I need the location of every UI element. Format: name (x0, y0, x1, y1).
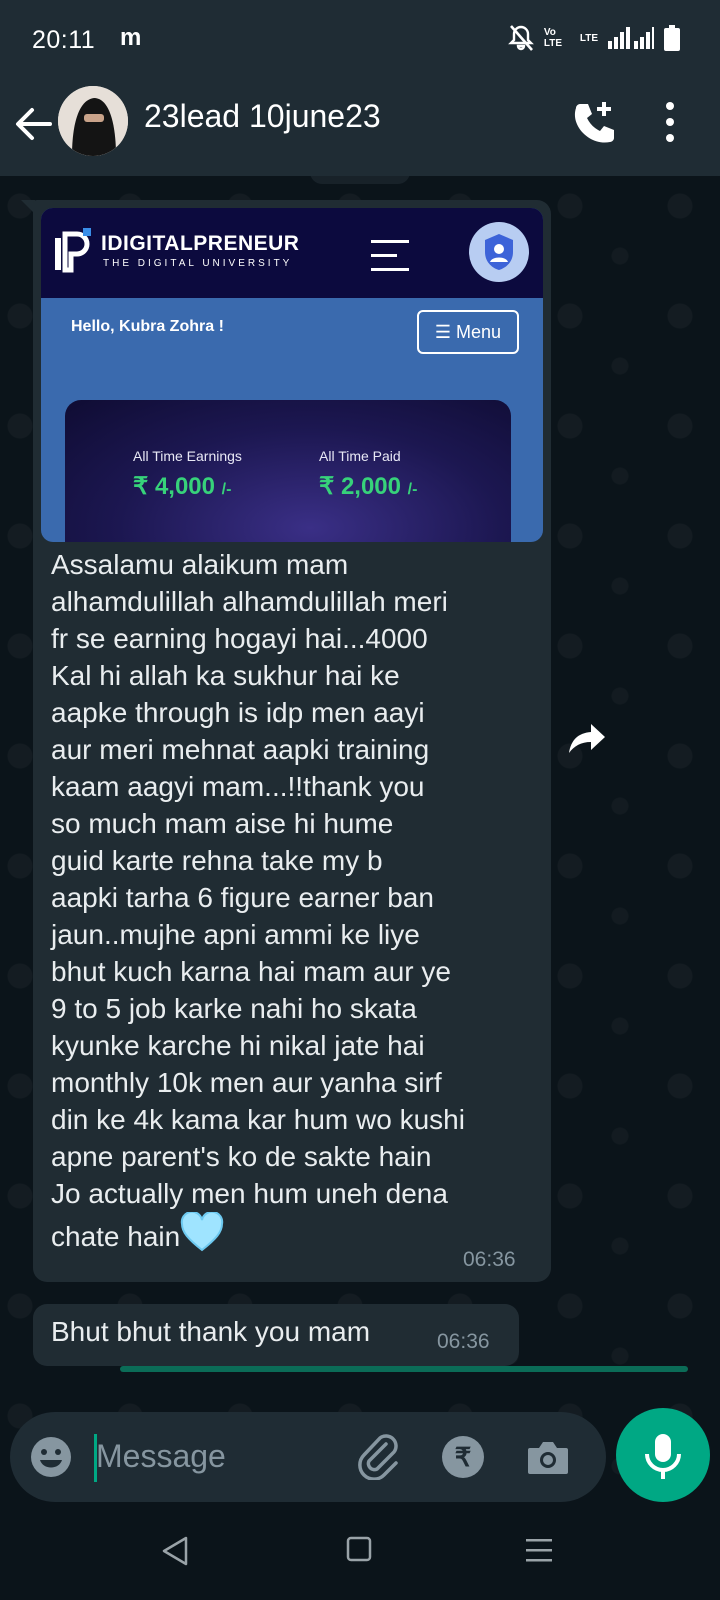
idp-logo-icon (55, 228, 91, 273)
idp-brand-tagline: THE DIGITAL UNIVERSITY (103, 258, 293, 269)
avatar-person-icon (58, 86, 128, 156)
lte-label: LTE (579, 32, 598, 44)
mic-button[interactable] (616, 1408, 710, 1502)
nav-recents-icon[interactable] (526, 1538, 552, 1562)
recording-indicator (120, 1366, 688, 1372)
nav-back-icon[interactable] (162, 1536, 188, 1566)
message-time: 06:36 (463, 1248, 516, 1271)
attach-icon[interactable] (356, 1434, 402, 1480)
carrier-icon: m (120, 24, 142, 51)
notifications-off-icon (507, 25, 534, 51)
message-bubble-text[interactable]: Bhut bhut thank you mam 06:36 (33, 1304, 519, 1366)
status-time: 20:11 (32, 26, 96, 54)
status-bar: 20:11 m Vo LTE LTE (0, 0, 720, 80)
message-input-bar[interactable]: Message ₹ (10, 1412, 606, 1502)
avatar[interactable] (58, 86, 128, 156)
status-icons: Vo LTE LTE (507, 24, 680, 52)
message-bubble-image[interactable]: IDIGITALPRENEUR THE DIGITAL UNIVERSITY H… (33, 200, 551, 1282)
hamburger-icon (371, 240, 409, 271)
message-text: Assalamu alaikum mam alhamdulillah alham… (51, 549, 465, 1252)
idp-menu-button: ☰ Menu (417, 310, 519, 354)
paid-label: All Time Paid (319, 448, 401, 464)
light-blue-heart-icon (181, 1212, 224, 1252)
more-vert-icon[interactable] (658, 98, 682, 146)
message-image[interactable]: IDIGITALPRENEUR THE DIGITAL UNIVERSITY H… (41, 208, 543, 542)
idp-greeting: Hello, Kubra Zohra ! (71, 318, 224, 335)
idp-earnings-panel: All Time Earnings ₹ 4,000 /- All Time Pa… (65, 400, 511, 542)
signal-icon (608, 27, 654, 49)
earnings-value: ₹ 4,000 /- (133, 473, 232, 500)
chat-area[interactable]: IDIGITALPRENEUR THE DIGITAL UNIVERSITY H… (0, 176, 720, 1514)
paid-value: ₹ 2,000 /- (319, 473, 418, 500)
idp-navbar: IDIGITALPRENEUR THE DIGITAL UNIVERSITY (41, 208, 543, 298)
idp-brand-name: IDIGITALPRENEUR (101, 232, 300, 255)
date-chip (310, 176, 410, 184)
mic-icon (645, 1434, 681, 1479)
contact-name[interactable]: 23lead 10june23 (144, 98, 381, 135)
battery-icon (664, 25, 680, 51)
earnings-label: All Time Earnings (133, 448, 242, 464)
message-input[interactable]: Message (96, 1438, 226, 1475)
message-time: 06:36 (437, 1330, 490, 1353)
emoji-icon[interactable] (30, 1436, 72, 1478)
payment-rupee-icon[interactable]: ₹ (442, 1436, 484, 1478)
nav-home-icon[interactable] (346, 1536, 372, 1562)
chat-header: 23lead 10june23 (0, 80, 720, 176)
system-nav-bar (0, 1508, 720, 1600)
camera-icon[interactable] (526, 1436, 570, 1478)
volte-icon: Vo LTE (543, 27, 562, 49)
forward-icon[interactable] (567, 720, 607, 756)
profile-shield-icon (469, 222, 529, 282)
message-text: Bhut bhut thank you mam (51, 1316, 371, 1347)
back-arrow-icon[interactable] (14, 102, 54, 146)
add-call-icon[interactable] (570, 98, 618, 146)
